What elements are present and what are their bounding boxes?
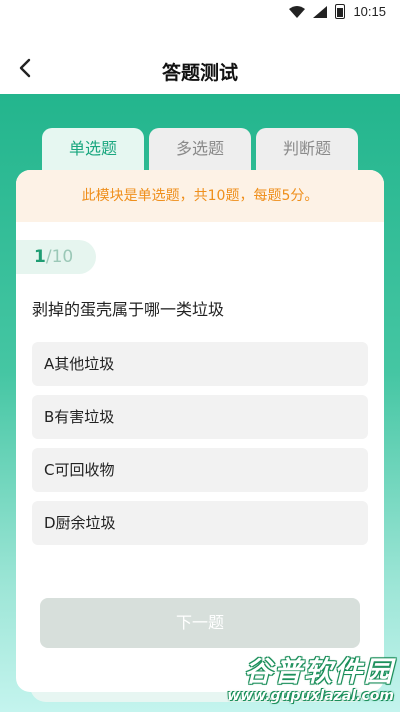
battery-icon <box>335 4 346 19</box>
option-a[interactable]: A其他垃圾 <box>32 342 368 386</box>
progress-indicator: 1/10 <box>16 240 96 274</box>
next-question-button[interactable]: 下一题 <box>40 598 360 648</box>
tab-multiple-choice[interactable]: 多选题 <box>149 128 251 172</box>
progress-total: /10 <box>45 247 74 267</box>
option-b[interactable]: B有害垃圾 <box>32 395 368 439</box>
status-icons: 10:15 <box>289 4 386 19</box>
watermark: 谷普软件园 www.gupuxlazal.com <box>218 650 396 708</box>
wifi-icon <box>289 5 306 18</box>
question-type-tabs: 单选题 多选题 判断题 <box>42 128 358 172</box>
status-time: 10:15 <box>353 4 386 19</box>
quiz-card: 此模块是单选题，共10题，每题5分。 1/10 剥掉的蛋壳属于哪一类垃圾 A其他… <box>16 170 384 692</box>
page-title: 答题测试 <box>161 63 238 84</box>
module-notice: 此模块是单选题，共10题，每题5分。 <box>16 170 384 222</box>
signal-icon <box>313 5 328 18</box>
status-bar: 10:15 <box>0 0 400 24</box>
tab-single-choice[interactable]: 单选题 <box>42 128 144 172</box>
option-c[interactable]: C可回收物 <box>32 448 368 492</box>
header: 答题测试 <box>0 24 400 94</box>
progress-current: 1 <box>34 247 46 267</box>
watermark-url: www.gupuxlazal.com <box>227 688 394 704</box>
question-text: 剥掉的蛋壳属于哪一类垃圾 <box>32 300 225 319</box>
watermark-title: 谷普软件园 <box>243 655 394 688</box>
tab-true-false[interactable]: 判断题 <box>256 128 358 172</box>
option-d[interactable]: D厨余垃圾 <box>32 501 368 545</box>
